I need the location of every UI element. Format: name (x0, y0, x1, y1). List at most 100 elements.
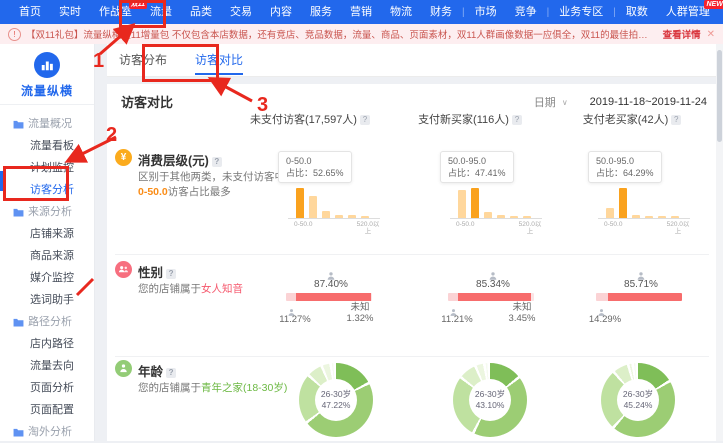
chevron-down-icon: ∨ (562, 98, 568, 107)
consumption-chart-unpaid: 0-50.0占比：52.65% 0-50.0 520.0以上 (278, 148, 380, 252)
gender-title: 性别? (138, 262, 176, 281)
close-icon[interactable]: ✕ (701, 29, 715, 40)
sidebar-product-name: 流量纵横 (0, 82, 94, 96)
sidebar-item-media-monitor[interactable]: 媒介监控 (0, 267, 94, 289)
help-icon[interactable]: ? (671, 115, 681, 125)
sidebar-item-traffic-board[interactable]: 流量看板 (0, 135, 94, 157)
nav-item-business-zone[interactable]: 业务专区 (550, 0, 612, 24)
male-percent: 11.21% (432, 314, 482, 325)
consumption-chart-old-buyers: 50.0-95.0占比：64.29% 0-50.0 520.0以上 (588, 148, 690, 252)
scrollbar-track[interactable] (716, 44, 723, 441)
sidebar-item-source-analysis[interactable]: 来源分析 (0, 201, 94, 223)
nav-item-label: 作战室 (99, 6, 132, 18)
notice-detail-link[interactable]: 查看详情 (663, 27, 701, 41)
bar-group[interactable] (598, 186, 690, 219)
nav-item-competition[interactable]: 竞争 (506, 0, 546, 24)
gender-ratio-bar[interactable] (448, 293, 534, 301)
age-donut-unpaid[interactable]: 26-30岁47.22% (299, 363, 373, 437)
axis-tick: 520.0以上 (356, 221, 380, 235)
top-nav: 首页 实时 作战室双11 流量 品类 交易 内容 服务 营销 物流 财务 | 市… (0, 0, 723, 24)
nav-item-academy[interactable]: 学院 (719, 0, 723, 24)
nav-item-market[interactable]: 市场 (466, 0, 506, 24)
notice-bar: ! 【双11礼包】流量纵横双11增量包 不仅包含本店数据，还有竞店、竞品数据，流… (0, 24, 723, 44)
consumption-title: 消费层级(元)? (138, 150, 222, 169)
date-range-value: 2019-11-18~2019-11-24 (590, 96, 707, 108)
tab-visitor-distribution[interactable]: 访客分布 (119, 44, 167, 77)
age-donut-new-buyers[interactable]: 26-30岁43.10% (453, 363, 527, 437)
sidebar-item-traffic-flow[interactable]: 流量去向 (0, 355, 94, 377)
female-percent: 85.71% (611, 279, 671, 290)
help-icon[interactable]: ? (166, 269, 176, 279)
sidebar-item-shop-source[interactable]: 店铺来源 (0, 223, 94, 245)
gender-ratio-bar[interactable] (286, 293, 372, 301)
donut-center-label: 26-30岁47.22% (299, 389, 373, 411)
chart-tooltip: 0-50.0占比：52.65% (278, 151, 352, 183)
tab-bar: 访客分布 访客对比 (107, 44, 723, 77)
nav-item-war-room[interactable]: 作战室双11 (90, 0, 141, 24)
alert-icon: ! (8, 28, 21, 41)
axis-tick: 0-50.0 (604, 221, 622, 228)
visitor-compare-panel: 访客对比 日期 ∨ 2019-11-18~2019-11-24 未支付访客(17… (107, 84, 717, 441)
column-header-unpaid: 未支付访客(17,597人)? (230, 111, 390, 127)
bar-group[interactable] (288, 186, 380, 219)
age-desc: 您的店铺属于青年之家(18-30岁) (138, 381, 293, 396)
gender-chart-old-buyers: 85.71% 14.29% (588, 268, 690, 330)
nav-item-category[interactable]: 品类 (181, 0, 221, 24)
nav-item-logistics[interactable]: 物流 (381, 0, 421, 24)
sidebar-item-page-analysis[interactable]: 页面分析 (0, 377, 94, 399)
axis-tick: 0-50.0 (456, 221, 474, 228)
consumption-chart-new-buyers: 50.0-95.0占比：47.41% 0-50.0 520.0以上 (440, 148, 542, 252)
male-percent: 14.29% (580, 314, 630, 325)
sidebar-item-taowai-analysis[interactable]: 淘外分析 (0, 421, 94, 443)
nav-item-label: 人群管理 (666, 6, 710, 18)
chart-tooltip: 50.0-95.0占比：64.29% (588, 151, 662, 183)
sidebar-item-traffic-overview[interactable]: 流量概况 (0, 113, 94, 135)
sidebar-item-word-assistant[interactable]: 选词助手 (0, 289, 94, 311)
sidebar: 流量纵横 流量概况 流量看板 计划监控 访客分析 来源分析 店铺来源 商品来源 … (0, 44, 95, 441)
column-header-new-buyers: 支付新买家(116人)? (390, 111, 550, 127)
consumption-icon: ¥ (115, 149, 132, 166)
sidebar-item-plan-monitor[interactable]: 计划监控 (0, 157, 94, 179)
nav-item-content[interactable]: 内容 (261, 0, 301, 24)
scrollbar-thumb[interactable] (717, 50, 722, 142)
female-percent: 87.40% (301, 279, 361, 290)
help-icon[interactable]: ? (212, 157, 222, 167)
nav-item-data-extract[interactable]: 取数 (617, 0, 657, 24)
tab-visitor-compare[interactable]: 访客对比 (195, 44, 243, 77)
gender-ratio-bar[interactable] (596, 293, 682, 301)
sidebar-item-item-source[interactable]: 商品来源 (0, 245, 94, 267)
sidebar-item-visitor-analysis[interactable]: 访客分析 (0, 179, 94, 201)
nav-item-service[interactable]: 服务 (301, 0, 341, 24)
help-icon[interactable]: ? (360, 115, 370, 125)
traffic-logo-icon (34, 52, 60, 78)
female-percent: 85.34% (463, 279, 523, 290)
gender-chart-unpaid: 87.40% 11.27% 未知1.32% (278, 268, 380, 330)
nav-item-home[interactable]: 首页 (10, 0, 50, 24)
nav-item-audience[interactable]: 人群管理NEW (657, 0, 719, 24)
gender-chart-new-buyers: 85.34% 11.21% 未知3.45% (440, 268, 542, 330)
date-label: 日期 (534, 94, 556, 110)
axis-tick: 520.0以上 (666, 221, 690, 235)
sidebar-menu: 流量概况 流量看板 计划监控 访客分析 来源分析 店铺来源 商品来源 媒介监控 … (0, 113, 94, 443)
page-title: 访客对比 (121, 92, 173, 111)
nav-item-realtime[interactable]: 实时 (50, 0, 90, 24)
sidebar-item-page-config[interactable]: 页面配置 (0, 399, 94, 421)
axis-tick: 0-50.0 (294, 221, 312, 228)
axis-tick: 520.0以上 (518, 221, 542, 235)
unknown-percent: 未知1.32% (338, 302, 382, 324)
age-donut-old-buyers[interactable]: 26-30岁45.24% (601, 363, 675, 437)
nav-item-finance[interactable]: 财务 (421, 0, 461, 24)
divider (115, 356, 709, 357)
nav-item-marketing[interactable]: 营销 (341, 0, 381, 24)
sidebar-item-instore-path[interactable]: 店内路径 (0, 333, 94, 355)
gender-icon (115, 261, 132, 278)
sidebar-item-path-analysis[interactable]: 路径分析 (0, 311, 94, 333)
nav-item-traffic[interactable]: 流量 (141, 0, 181, 24)
chart-tooltip: 50.0-95.0占比：47.41% (440, 151, 514, 183)
column-header-old-buyers: 支付老买家(42人)? (552, 111, 712, 127)
help-icon[interactable]: ? (512, 115, 522, 125)
bar-group[interactable] (450, 186, 542, 219)
date-range-picker[interactable]: 日期 ∨ 2019-11-18~2019-11-24 (534, 94, 707, 110)
help-icon[interactable]: ? (166, 368, 176, 378)
nav-item-trade[interactable]: 交易 (221, 0, 261, 24)
